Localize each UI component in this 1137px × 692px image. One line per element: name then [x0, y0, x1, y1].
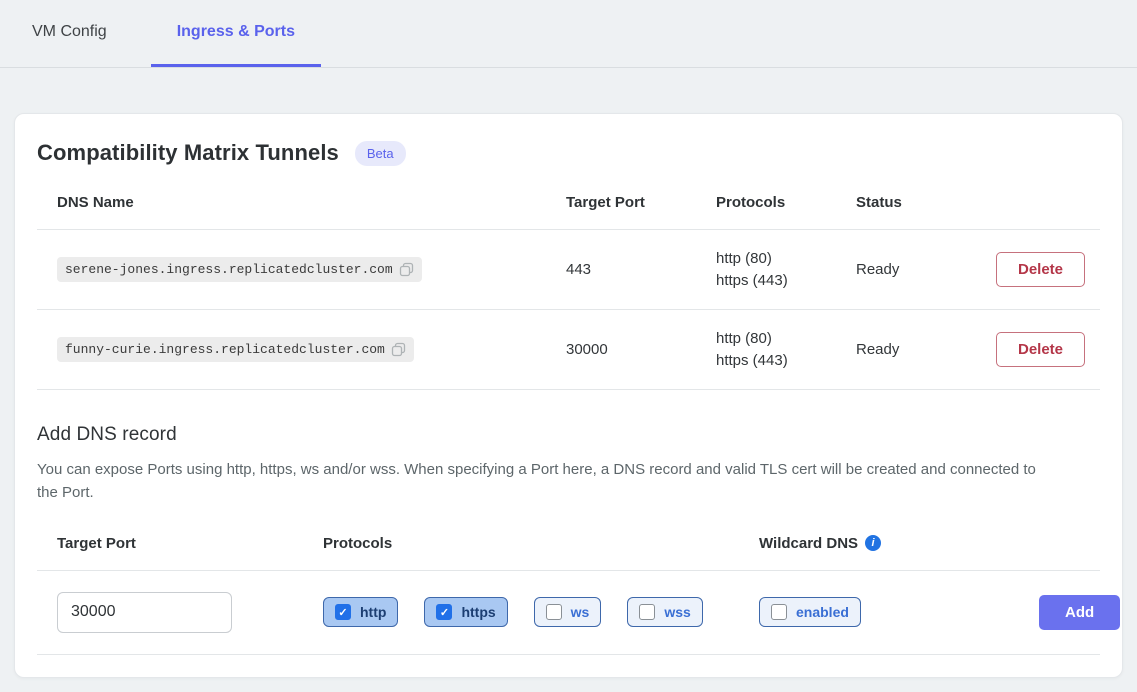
protocol-line: https (443) [716, 350, 856, 372]
table-row: funny-curie.ingress.replicatedcluster.co… [37, 310, 1100, 390]
add-form-header-row: Target Port Protocols Wildcard DNS i [37, 535, 1100, 571]
tab-ingress-ports[interactable]: Ingress & Ports [151, 9, 321, 67]
wildcard-enabled-checkbox[interactable]: enabled [759, 597, 861, 627]
dns-name-text: funny-curie.ingress.replicatedcluster.co… [65, 342, 385, 357]
dns-name-pill: serene-jones.ingress.replicatedcluster.c… [57, 257, 422, 282]
actions-cell: Delete [996, 332, 1085, 367]
table-header-row: DNS Name Target Port Protocols Status [37, 188, 1100, 230]
info-icon[interactable]: i [865, 535, 881, 551]
card-title: Compatibility Matrix Tunnels [37, 140, 339, 166]
protocols-cell: http (80) https (443) [716, 328, 856, 372]
dns-name-cell: funny-curie.ingress.replicatedcluster.co… [57, 337, 566, 362]
tab-vm-config[interactable]: VM Config [30, 9, 109, 67]
target-port-field-cell [57, 592, 323, 633]
table-row: serene-jones.ingress.replicatedcluster.c… [37, 230, 1100, 310]
protocol-label: http [360, 604, 386, 620]
wildcard-enabled-label: enabled [796, 604, 849, 620]
checkbox-icon [436, 604, 452, 620]
protocol-label: https [461, 604, 495, 620]
form-label-wildcard-dns: Wildcard DNS i [759, 535, 1039, 552]
protocol-checkbox-https[interactable]: https [424, 597, 507, 627]
protocol-line: https (443) [716, 270, 856, 292]
beta-badge: Beta [355, 141, 406, 166]
col-header-target-port: Target Port [566, 194, 716, 211]
protocol-label: wss [664, 604, 690, 620]
add-form-row: http https ws wss enabled Add [37, 571, 1100, 655]
wildcard-dns-cell: enabled [759, 597, 1039, 627]
checkbox-icon [335, 604, 351, 620]
protocol-line: http (80) [716, 248, 856, 270]
add-dns-record-description: You can expose Ports using http, https, … [37, 458, 1047, 505]
dns-name-text: serene-jones.ingress.replicatedcluster.c… [65, 262, 393, 277]
form-label-target-port: Target Port [57, 535, 323, 552]
add-button-cell: Add [1039, 595, 1120, 630]
col-header-dns-name: DNS Name [57, 194, 566, 211]
add-dns-record-title: Add DNS record [37, 424, 1100, 446]
dns-name-pill: funny-curie.ingress.replicatedcluster.co… [57, 337, 414, 362]
copy-icon[interactable] [399, 262, 414, 277]
checkbox-icon [546, 604, 562, 620]
dns-name-cell: serene-jones.ingress.replicatedcluster.c… [57, 257, 566, 282]
tab-bar: VM Config Ingress & Ports [0, 0, 1137, 68]
target-port-input[interactable] [57, 592, 232, 633]
form-label-protocols: Protocols [323, 535, 759, 552]
protocol-chip-group: http https ws wss [323, 597, 759, 627]
protocol-checkbox-http[interactable]: http [323, 597, 398, 627]
col-header-protocols: Protocols [716, 194, 856, 211]
checkbox-icon [771, 604, 787, 620]
card-title-row: Compatibility Matrix Tunnels Beta [37, 140, 1100, 166]
protocol-label: ws [571, 604, 590, 620]
delete-button[interactable]: Delete [996, 252, 1085, 287]
status-cell: Ready [856, 341, 996, 358]
wildcard-dns-label: Wildcard DNS [759, 535, 858, 552]
checkbox-icon [639, 604, 655, 620]
add-button[interactable]: Add [1039, 595, 1120, 630]
protocols-cell: http (80) https (443) [716, 248, 856, 292]
protocol-checkbox-ws[interactable]: ws [534, 597, 602, 627]
protocol-line: http (80) [716, 328, 856, 350]
delete-button[interactable]: Delete [996, 332, 1085, 367]
actions-cell: Delete [996, 252, 1085, 287]
protocol-checkbox-wss[interactable]: wss [627, 597, 702, 627]
copy-icon[interactable] [391, 342, 406, 357]
tunnels-card: Compatibility Matrix Tunnels Beta DNS Na… [14, 113, 1123, 678]
form-label-actions [1039, 535, 1080, 552]
target-port-cell: 30000 [566, 341, 716, 358]
status-cell: Ready [856, 261, 996, 278]
col-header-status: Status [856, 194, 996, 211]
target-port-cell: 443 [566, 261, 716, 278]
